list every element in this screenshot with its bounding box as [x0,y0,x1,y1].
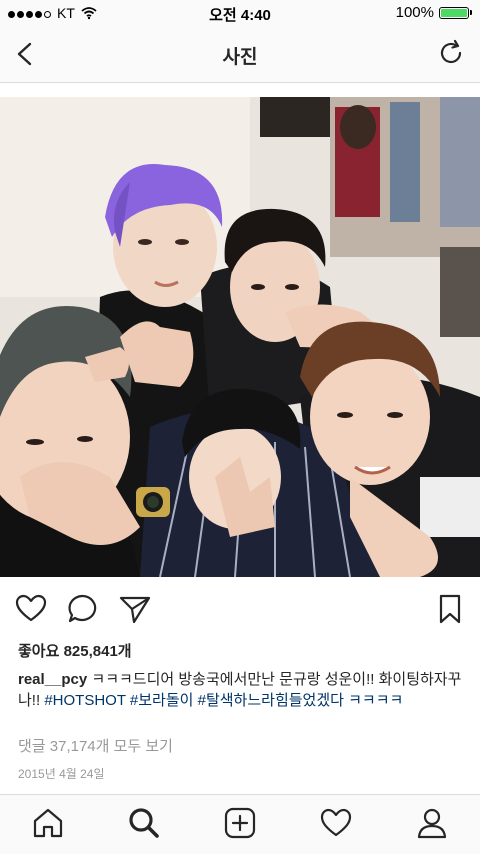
battery-icon [439,6,469,19]
battery-percent: 100% [395,4,434,21]
refresh-icon[interactable] [438,39,466,67]
caption-tail: ㅋㅋㅋㅋ [348,692,404,709]
caption-username[interactable]: real__pcy [18,671,87,688]
hashtag-link[interactable]: #HOTSHOT [44,692,125,709]
hashtag-link[interactable]: #탈색하느라힘들었겠다 [198,692,344,709]
post-photo[interactable] [0,97,480,577]
page-title: 사진 [222,47,258,68]
search-icon[interactable] [126,805,162,841]
hashtag-link[interactable]: #보라돌이 [130,692,194,709]
previous-content-edge [0,83,480,97]
like-count[interactable]: 좋아요 825,841개 [18,640,132,661]
bookmark-icon[interactable] [433,592,467,626]
comment-icon[interactable] [66,592,100,626]
activity-heart-icon[interactable] [318,805,354,841]
heart-icon[interactable] [14,592,48,626]
add-post-icon[interactable] [222,805,258,841]
send-icon[interactable] [118,592,152,626]
bottom-tab-bar [0,794,480,854]
post-date: 2015년 4월 24일 [18,767,105,781]
status-bar: KT 오전 4:40 100% [0,0,480,26]
home-icon[interactable] [30,805,66,841]
post-caption: real__pcy ㅋㅋㅋ드디어 방송국에서만난 문규랑 성운이!! 화이팅하자… [18,669,466,711]
view-all-comments-link[interactable]: 댓글 37,174개 모두 보기 [18,735,173,756]
post-actions [0,580,480,638]
navigation-bar: 사진 [0,26,480,83]
group-selfie-image [0,97,480,577]
profile-icon[interactable] [414,805,450,841]
